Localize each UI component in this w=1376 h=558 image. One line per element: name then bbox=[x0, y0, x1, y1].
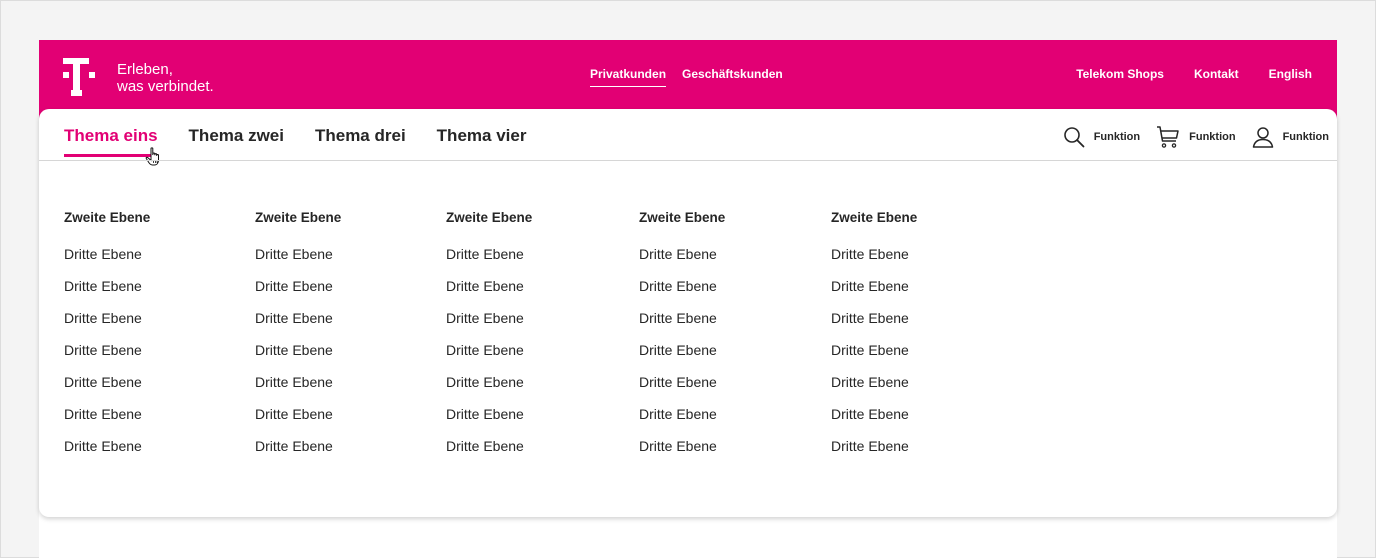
brand-tagline: Erleben, was verbindet. bbox=[117, 61, 214, 95]
main-nav-thema-drei[interactable]: Thema drei bbox=[315, 126, 406, 157]
flyout-link[interactable]: Dritte Ebene bbox=[64, 374, 255, 406]
brand-bar: Erleben, was verbindet. Privatkunden Ges… bbox=[39, 40, 1337, 120]
search-icon bbox=[1063, 127, 1085, 148]
flyout-column-heading[interactable]: Zweite Ebene bbox=[446, 210, 639, 226]
meta-link-telekom-shops[interactable]: Telekom Shops bbox=[1076, 67, 1164, 81]
main-nav-thema-eins[interactable]: Thema eins bbox=[64, 126, 158, 157]
flyout-link-list: Dritte Ebene Dritte Ebene Dritte Ebene Drit… bbox=[255, 246, 446, 470]
flyout-link[interactable]: Dritte Ebene bbox=[64, 406, 255, 438]
meta-link-kontakt[interactable]: Kontakt bbox=[1194, 67, 1239, 81]
flyout-column: Zweite Ebene Dritte Ebene Dritte Ebene Drit… bbox=[255, 210, 446, 470]
flyout-link[interactable]: Dritte Ebene bbox=[831, 374, 1022, 406]
flyout-link[interactable]: Dritte Ebene bbox=[255, 278, 446, 310]
cart-function-label: Funktion bbox=[1189, 131, 1236, 143]
tagline-line-2: was verbindet. bbox=[117, 78, 214, 95]
flyout-link[interactable]: Dritte Ebene bbox=[831, 406, 1022, 438]
flyout-link[interactable]: Dritte Ebene bbox=[446, 374, 639, 406]
segment-geschaeftskunden[interactable]: Geschäftskunden bbox=[682, 67, 783, 87]
main-navigation: Thema eins Thema zwei Thema drei Thema v… bbox=[64, 126, 526, 157]
flyout-link[interactable]: Dritte Ebene bbox=[446, 438, 639, 470]
flyout-link[interactable]: Dritte Ebene bbox=[639, 406, 831, 438]
flyout-link[interactable]: Dritte Ebene bbox=[64, 342, 255, 374]
flyout-link[interactable]: Dritte Ebene bbox=[831, 310, 1022, 342]
nav-divider bbox=[39, 160, 1337, 161]
flyout-column: Zweite Ebene Dritte Ebene Dritte Ebene Drit… bbox=[831, 210, 1022, 470]
flyout-link[interactable]: Dritte Ebene bbox=[64, 278, 255, 310]
flyout-link[interactable]: Dritte Ebene bbox=[255, 310, 446, 342]
flyout-column-heading[interactable]: Zweite Ebene bbox=[64, 210, 255, 226]
user-icon bbox=[1252, 127, 1273, 148]
flyout-link[interactable]: Dritte Ebene bbox=[446, 342, 639, 374]
flyout-column-heading[interactable]: Zweite Ebene bbox=[255, 210, 446, 226]
search-function-label: Funktion bbox=[1093, 131, 1141, 143]
flyout-column-heading[interactable]: Zweite Ebene bbox=[639, 210, 831, 226]
cart-function[interactable]: Funktion bbox=[1156, 125, 1236, 149]
flyout-link[interactable]: Dritte Ebene bbox=[639, 310, 831, 342]
flyout-link[interactable]: Dritte Ebene bbox=[639, 342, 831, 374]
tagline-line-1: Erleben, bbox=[117, 61, 173, 78]
flyout-link[interactable]: Dritte Ebene bbox=[255, 374, 446, 406]
flyout-link[interactable]: Dritte Ebene bbox=[255, 406, 446, 438]
flyout-link[interactable]: Dritte Ebene bbox=[639, 278, 831, 310]
flyout-link-list: Dritte Ebene Dritte Ebene Dritte Ebene Drit… bbox=[831, 246, 1022, 470]
flyout-link[interactable]: Dritte Ebene bbox=[446, 406, 639, 438]
flyout-link[interactable]: Dritte Ebene bbox=[446, 278, 639, 310]
navigation-panel: Thema eins Thema zwei Thema drei Thema v… bbox=[39, 109, 1337, 517]
flyout-link[interactable]: Dritte Ebene bbox=[831, 438, 1022, 470]
flyout-column: Zweite Ebene Dritte Ebene Dritte Ebene Drit… bbox=[64, 210, 255, 470]
flyout-column: Zweite Ebene Dritte Ebene Dritte Ebene Drit… bbox=[446, 210, 639, 470]
segment-privatkunden[interactable]: Privatkunden bbox=[590, 67, 667, 87]
search-function[interactable]: Funktion bbox=[1063, 126, 1140, 148]
flyout-link-list: Dritte Ebene Dritte Ebene Dritte Ebene Drit… bbox=[446, 246, 639, 470]
function-bar: Funktion Funktion Funktion bbox=[1063, 125, 1329, 149]
segment-switcher: Privatkunden Geschäftskunden bbox=[590, 67, 783, 87]
flyout-link[interactable]: Dritte Ebene bbox=[446, 310, 639, 342]
telekom-logo-icon[interactable] bbox=[63, 58, 95, 98]
flyout-link-list: Dritte Ebene Dritte Ebene Dritte Ebene Drit… bbox=[639, 246, 831, 470]
hand-pointer-cursor-icon bbox=[145, 147, 159, 166]
flyout-link[interactable]: Dritte Ebene bbox=[255, 438, 446, 470]
user-function[interactable]: Funktion bbox=[1252, 126, 1329, 148]
flyout-link[interactable]: Dritte Ebene bbox=[639, 438, 831, 470]
meta-link-english[interactable]: English bbox=[1269, 67, 1312, 81]
main-nav-thema-vier[interactable]: Thema vier bbox=[437, 126, 527, 157]
flyout-link[interactable]: Dritte Ebene bbox=[831, 342, 1022, 374]
flyout-menu: Zweite Ebene Dritte Ebene Dritte Ebene Drit… bbox=[64, 210, 1022, 470]
cart-icon bbox=[1157, 126, 1179, 148]
flyout-link[interactable]: Dritte Ebene bbox=[64, 438, 255, 470]
flyout-link[interactable]: Dritte Ebene bbox=[831, 278, 1022, 310]
flyout-link[interactable]: Dritte Ebene bbox=[255, 342, 446, 374]
flyout-column-heading[interactable]: Zweite Ebene bbox=[831, 210, 1022, 226]
flyout-link-list: Dritte Ebene Dritte Ebene Dritte Ebene Drit… bbox=[64, 246, 255, 470]
flyout-link[interactable]: Dritte Ebene bbox=[831, 246, 1022, 278]
meta-navigation: Telekom Shops Kontakt English bbox=[1076, 67, 1312, 81]
flyout-link[interactable]: Dritte Ebene bbox=[639, 374, 831, 406]
flyout-link[interactable]: Dritte Ebene bbox=[64, 246, 255, 278]
user-function-label: Funktion bbox=[1282, 131, 1329, 143]
flyout-link[interactable]: Dritte Ebene bbox=[639, 246, 831, 278]
flyout-link[interactable]: Dritte Ebene bbox=[255, 246, 446, 278]
flyout-column: Zweite Ebene Dritte Ebene Dritte Ebene Drit… bbox=[639, 210, 831, 470]
flyout-link[interactable]: Dritte Ebene bbox=[64, 310, 255, 342]
flyout-link[interactable]: Dritte Ebene bbox=[446, 246, 639, 278]
main-nav-thema-zwei[interactable]: Thema zwei bbox=[189, 126, 284, 157]
